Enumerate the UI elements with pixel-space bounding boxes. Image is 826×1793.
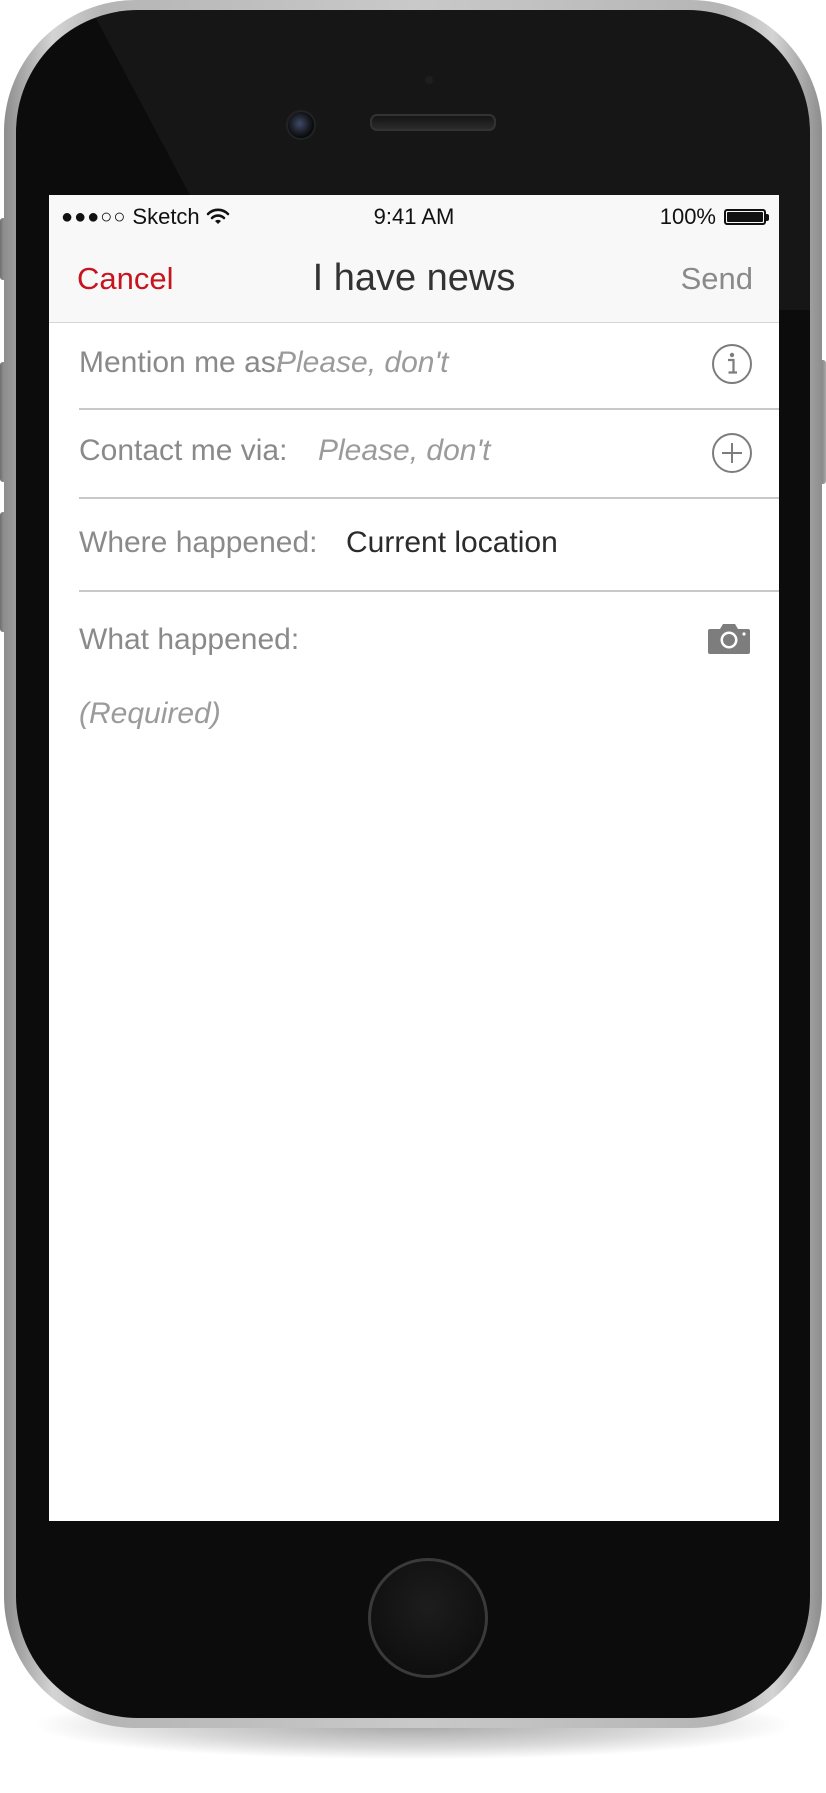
navigation-bar: Cancel I have news Send (49, 235, 779, 323)
contact-label: Contact me via: (79, 434, 288, 467)
proximity-sensor (425, 76, 433, 84)
info-icon[interactable] (711, 343, 753, 385)
mention-label: Mention me as: (79, 346, 285, 379)
app-screen: ●●●○○ Sketch 9:41 AM 100% Cancel I have … (49, 195, 779, 1521)
earpiece-speaker (370, 114, 496, 131)
front-camera (286, 110, 316, 140)
battery-icon (724, 209, 769, 225)
contact-field[interactable]: Please, don't (318, 434, 491, 468)
battery-tip (766, 213, 769, 221)
battery-percentage: 100% (659, 204, 716, 229)
mention-field[interactable]: Please, don't (276, 346, 449, 380)
page-title: I have news (312, 257, 516, 299)
what-happened-label: What happened: (79, 623, 300, 656)
add-icon[interactable] (711, 432, 753, 474)
mention-row[interactable]: Mention me as: Please, don't (79, 323, 779, 410)
what-happened-field[interactable]: (Required) (79, 697, 221, 731)
contact-row[interactable]: Contact me via: Please, don't (79, 410, 779, 499)
status-right: 100% (660, 204, 769, 230)
location-row[interactable]: Where happened: Current location (79, 499, 779, 592)
camera-icon[interactable] (707, 621, 751, 655)
location-value[interactable]: Current location (346, 526, 558, 560)
status-bar: ●●●○○ Sketch 9:41 AM 100% (49, 195, 779, 235)
battery-body (724, 209, 766, 225)
home-button[interactable] (368, 1558, 488, 1678)
location-label: Where happened: (79, 526, 318, 559)
send-button[interactable]: Send (681, 261, 753, 297)
